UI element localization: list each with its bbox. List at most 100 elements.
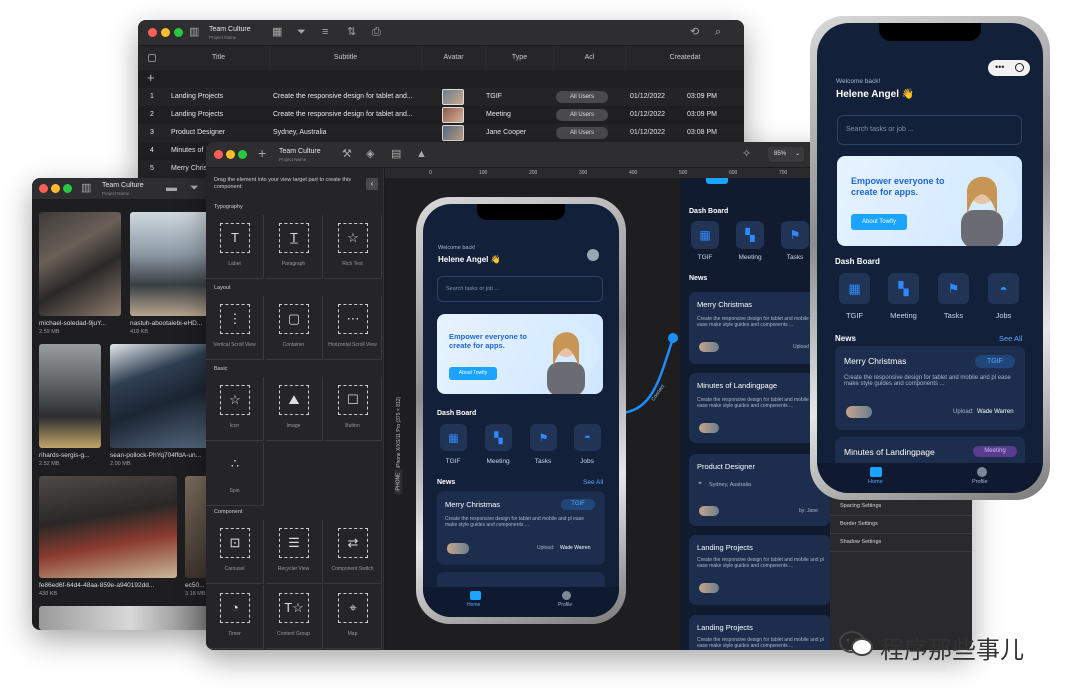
banner-button[interactable]: About Towfiy bbox=[851, 214, 907, 230]
mini-app-capsule[interactable]: ••• bbox=[988, 60, 1030, 76]
collapse-panel-icon[interactable]: ‹ bbox=[366, 178, 378, 190]
component-container[interactable]: ▢ Container bbox=[265, 296, 323, 360]
dashboard-tile-tgif[interactable]: ▦ bbox=[691, 221, 719, 249]
table-row[interactable]: 2 Landing Projects Create the responsive… bbox=[138, 106, 744, 124]
avatar-icon[interactable] bbox=[587, 249, 599, 261]
column-avatar[interactable]: Avatar bbox=[422, 46, 486, 70]
see-all-link[interactable]: See All bbox=[999, 334, 1022, 343]
right-phone-screen[interactable]: ••• Welcome back! Helene Angel 👋 Search … bbox=[817, 23, 1043, 493]
image-thumbnail[interactable] bbox=[39, 476, 177, 578]
filter-icon[interactable]: ⏷ bbox=[190, 183, 199, 194]
center-phone-screen[interactable]: Welcome back! Helene Angel 👋 Search task… bbox=[423, 204, 619, 617]
column-subtitle[interactable]: Subtitle bbox=[270, 46, 422, 70]
news-card[interactable]: Landing Projects Create the responsive d… bbox=[689, 535, 830, 605]
component-recycler-view[interactable]: ☰ Recycler View bbox=[265, 520, 323, 584]
dashboard-tile-meeting[interactable]: ▚ bbox=[736, 221, 764, 249]
search-input[interactable]: Search tasks or job ... bbox=[437, 276, 603, 302]
profile-icon[interactable] bbox=[562, 591, 571, 600]
component-content-group[interactable]: T☆ Content Group bbox=[265, 585, 323, 649]
news-card[interactable]: Minutes of Landingpage Create the respon… bbox=[689, 373, 830, 443]
component-horizontal-scroll-view[interactable]: ⋯ Horizontal Scroll View bbox=[324, 296, 382, 360]
tab-profile[interactable]: Profile bbox=[558, 602, 572, 608]
shadow-settings[interactable]: Shadow Settings bbox=[830, 534, 972, 552]
component-switch[interactable]: ⇄ Component Switch bbox=[324, 520, 382, 584]
more-icon[interactable]: ••• bbox=[995, 62, 1004, 72]
banner-button[interactable]: About Towfiy bbox=[449, 367, 497, 380]
dashboard-tile-jobs[interactable]: ◓ bbox=[988, 273, 1019, 304]
home-icon[interactable] bbox=[470, 591, 481, 600]
sidebar-toggle-icon[interactable]: ▥ bbox=[189, 27, 199, 38]
minimize-button[interactable] bbox=[226, 150, 235, 159]
news-card[interactable]: Merry Christmas Create the responsive de… bbox=[689, 292, 830, 364]
news-card[interactable]: Landing Projects Create the responsive d… bbox=[689, 615, 830, 650]
tab-profile[interactable]: Profile bbox=[972, 479, 988, 485]
tab-home[interactable]: Home bbox=[467, 602, 480, 608]
component-image[interactable]: ⛰ Image bbox=[265, 377, 323, 441]
spacing-settings[interactable]: Spacing Settings bbox=[830, 498, 972, 516]
table-row[interactable]: 1 Landing Projects Create the responsive… bbox=[138, 88, 744, 106]
component-paragraph[interactable]: T̲ Paragraph bbox=[265, 215, 323, 279]
zoom-select[interactable]: 85% ⌄ bbox=[768, 147, 804, 162]
component-icon[interactable]: ☆ Icon bbox=[206, 377, 264, 441]
add-row-icon[interactable]: + bbox=[147, 70, 155, 85]
sidebar-toggle-icon[interactable]: ▥ bbox=[81, 183, 91, 194]
close-button[interactable] bbox=[39, 184, 48, 193]
dashboard-tile-tasks[interactable]: ⚑ bbox=[781, 221, 809, 249]
dashboard-tile-tgif[interactable]: ▦ bbox=[440, 424, 467, 451]
zoom-button[interactable] bbox=[238, 150, 247, 159]
hammer-icon[interactable]: ⚒ bbox=[342, 149, 352, 160]
close-target-icon[interactable] bbox=[1015, 63, 1024, 72]
news-card[interactable]: Merry Christmas TGIF Create the responsi… bbox=[437, 491, 605, 565]
promo-banner[interactable]: Empower everyone to create for apps. Abo… bbox=[837, 156, 1022, 246]
component-carousel[interactable]: ⊡ Carousel bbox=[206, 520, 264, 584]
home-icon[interactable] bbox=[870, 467, 882, 477]
export-icon[interactable]: ⎙ bbox=[372, 27, 381, 38]
search-list-icon[interactable]: ⌕ bbox=[715, 27, 721, 38]
folder-icon[interactable]: ▬ bbox=[166, 183, 177, 194]
component-rich-text[interactable]: ☆ Rich Text bbox=[324, 215, 382, 279]
tab-home[interactable]: Home bbox=[868, 479, 883, 485]
shapes-icon[interactable]: ▲ bbox=[416, 149, 427, 160]
component-button[interactable]: ☐ Button bbox=[324, 377, 382, 441]
close-button[interactable] bbox=[214, 150, 223, 159]
component-map[interactable]: ⌖ Map bbox=[324, 585, 382, 649]
component-vertical-scroll-view[interactable]: ⋮ Vertical Scroll View bbox=[206, 296, 264, 360]
magic-wand-icon[interactable]: ✧ bbox=[742, 149, 751, 160]
zoom-button[interactable] bbox=[174, 28, 183, 37]
news-card[interactable]: Merry Christmas TGIF Create the responsi… bbox=[835, 346, 1025, 430]
zoom-button[interactable] bbox=[63, 184, 72, 193]
dashboard-tile-tasks[interactable]: ⚑ bbox=[530, 424, 557, 451]
column-acl[interactable]: Acl bbox=[554, 46, 626, 70]
select-all-checkbox[interactable] bbox=[148, 54, 156, 62]
second-screen-preview[interactable]: Dash Board ▦ TGIF ▚ Meeting ⚑ Tasks News… bbox=[680, 178, 830, 650]
minimize-button[interactable] bbox=[161, 28, 170, 37]
refresh-icon[interactable]: ⟲ bbox=[690, 27, 699, 38]
minimize-button[interactable] bbox=[51, 184, 60, 193]
dashboard-tile-meeting[interactable]: ▚ bbox=[888, 273, 919, 304]
image-thumbnail[interactable] bbox=[39, 212, 121, 316]
add-icon[interactable]: + bbox=[258, 146, 266, 160]
layers-icon[interactable]: ◈ bbox=[366, 149, 374, 160]
image-thumbnail[interactable] bbox=[39, 344, 101, 448]
dashboard-tile-jobs[interactable]: ◓ bbox=[574, 424, 601, 451]
filter-icon[interactable]: ⏷ bbox=[297, 27, 306, 38]
component-timer[interactable]: ◔ Timer bbox=[206, 585, 264, 649]
database-icon[interactable]: ▤ bbox=[391, 149, 401, 160]
promo-banner[interactable]: Empower everyone to create for apps. Abo… bbox=[437, 314, 603, 394]
close-button[interactable] bbox=[148, 28, 157, 37]
dashboard-tile-tasks[interactable]: ⚑ bbox=[938, 273, 969, 304]
news-card[interactable]: Product Designer Sydney, Australia ⌖ by:… bbox=[689, 454, 830, 526]
border-settings[interactable]: Border Settings bbox=[830, 516, 972, 534]
column-createdat[interactable]: Createdat bbox=[626, 46, 744, 70]
table-row[interactable]: 3 Product Designer Sydney, Australia Jan… bbox=[138, 124, 744, 142]
dashboard-tile-meeting[interactable]: ▚ bbox=[485, 424, 512, 451]
component-spin[interactable]: ∴ Spin bbox=[206, 442, 264, 506]
dashboard-tile-tgif[interactable]: ▦ bbox=[839, 273, 870, 304]
profile-icon[interactable] bbox=[977, 467, 987, 477]
see-all-link[interactable]: See All bbox=[583, 479, 603, 486]
column-title[interactable]: Title bbox=[168, 46, 270, 70]
column-type[interactable]: Type bbox=[486, 46, 554, 70]
table-icon[interactable]: ▦ bbox=[272, 27, 282, 38]
component-label[interactable]: T Label bbox=[206, 215, 264, 279]
list-icon[interactable]: ≡ bbox=[322, 27, 328, 38]
